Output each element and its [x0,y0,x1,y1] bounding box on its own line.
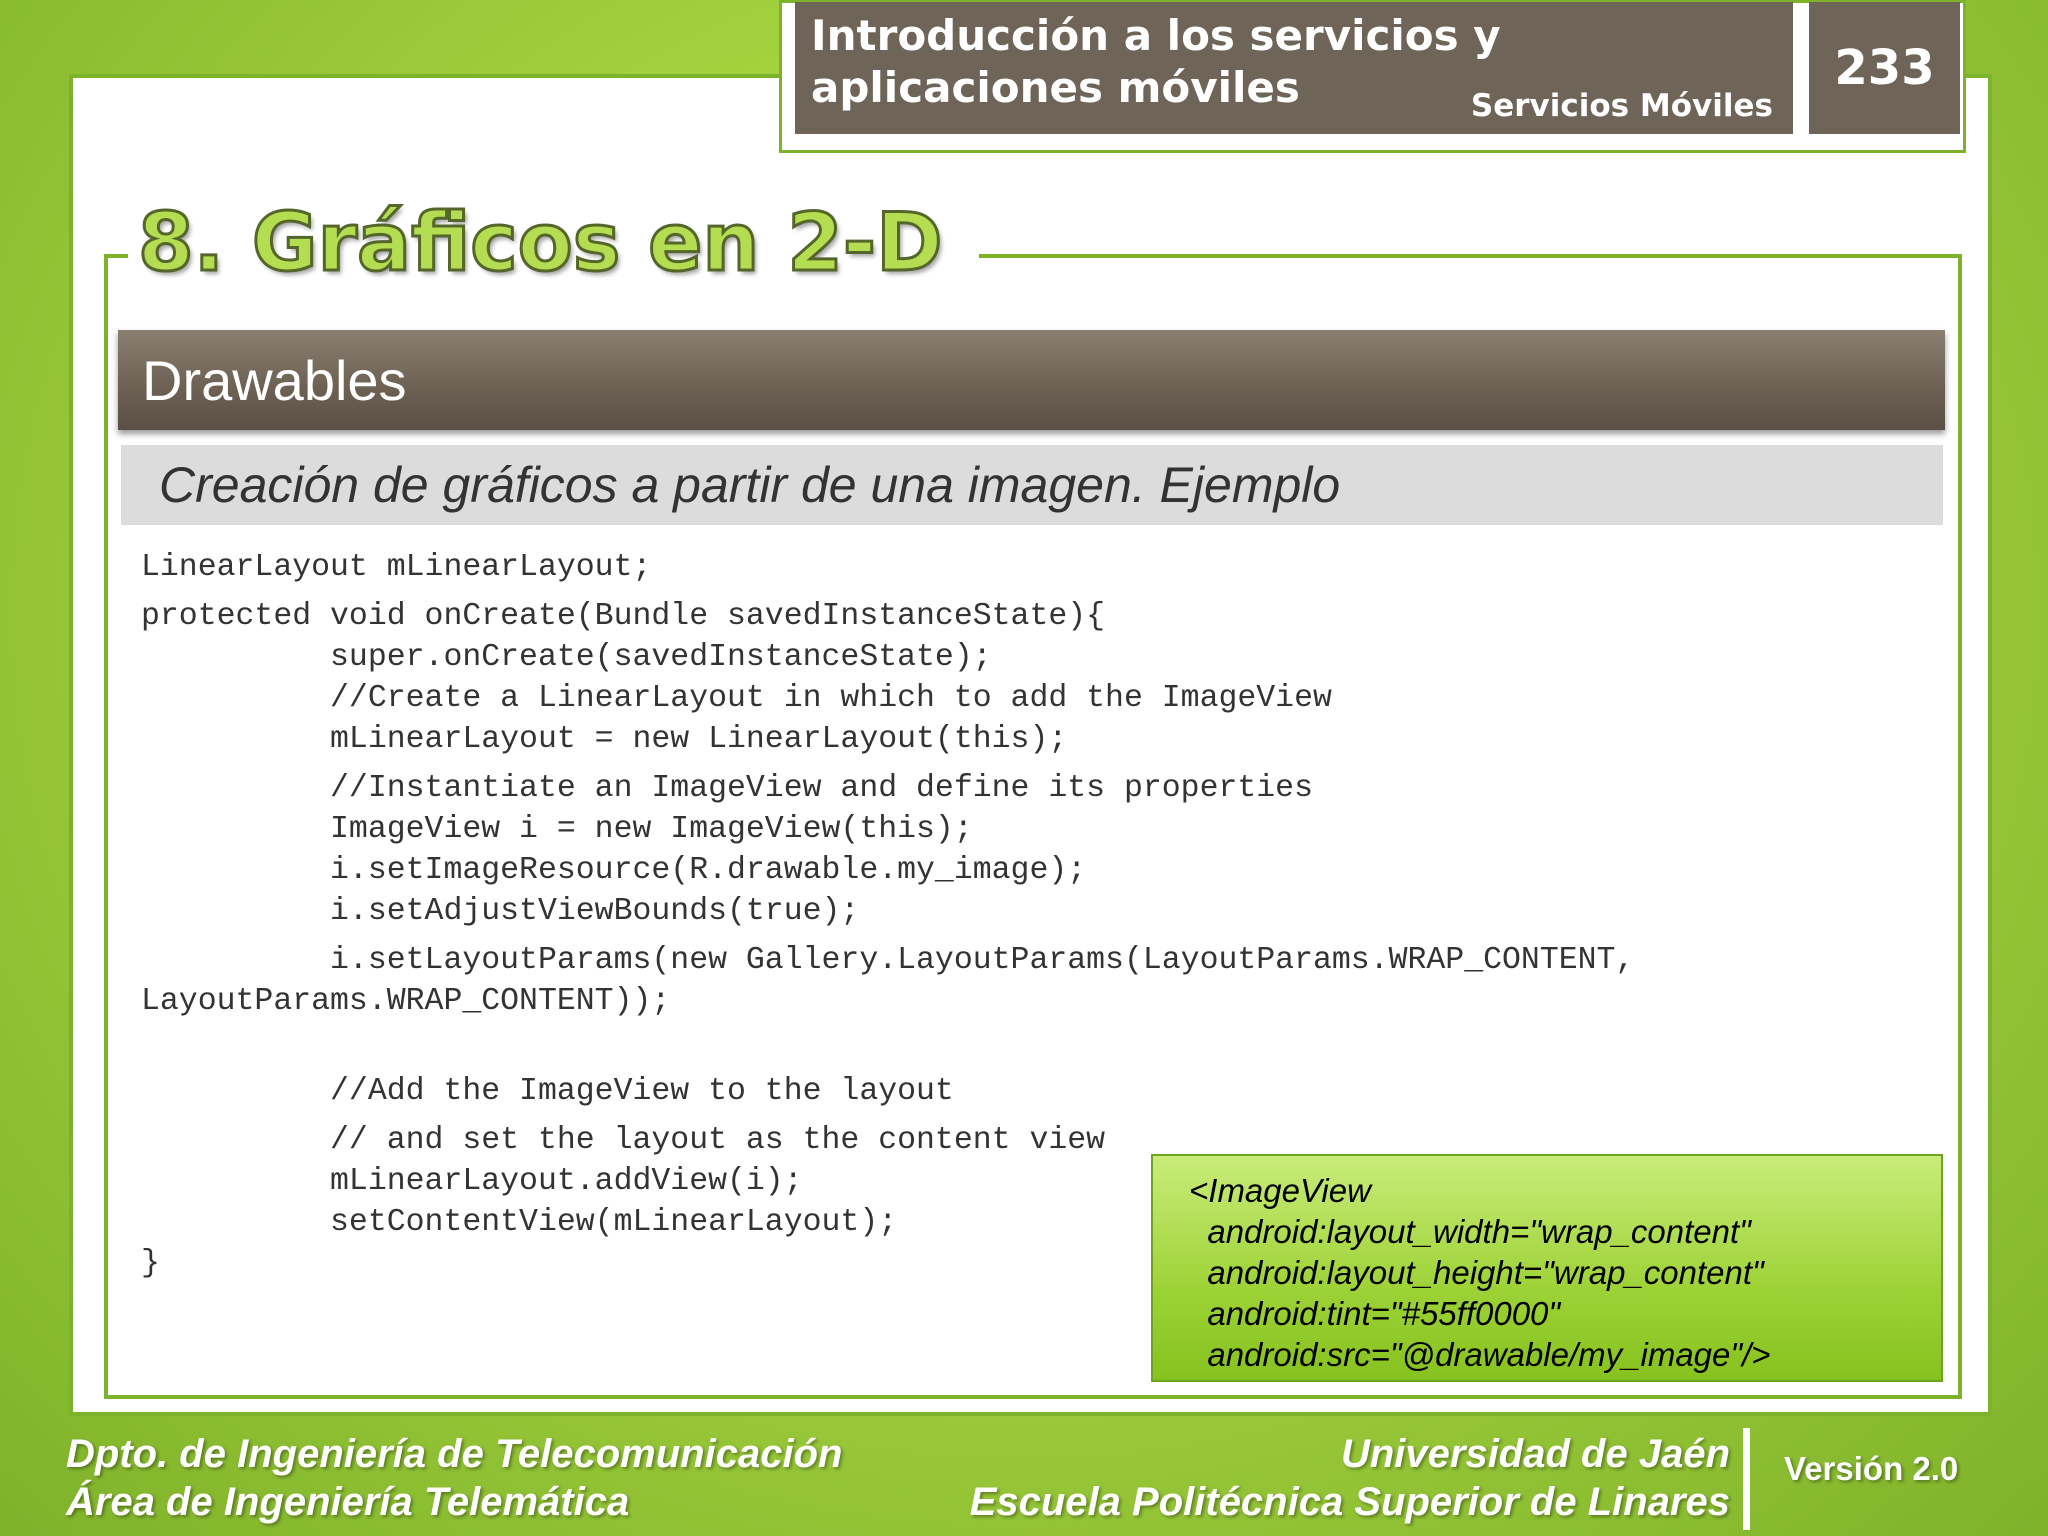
footer-university: Universidad de Jaén Escuela Politécnica … [970,1430,1730,1526]
page-number: 233 [1809,2,1960,134]
code-line: super.onCreate(savedInstanceState); [141,640,992,675]
version-label: Versión 2.0 [1784,1450,1959,1487]
footer-divider [1743,1428,1750,1530]
code-line: protected void onCreate(Bundle savedInst… [141,599,1106,634]
xml-line: android:src="@drawable/my_image"/> [1189,1336,1771,1373]
code-line: //Instantiate an ImageView and define it… [141,771,1313,806]
code-line: setContentView(mLinearLayout); [141,1205,898,1240]
code-line: } [141,1246,160,1281]
code-line: // and set the layout as the content vie… [141,1123,1106,1158]
xml-line: android:tint="#55ff0000" [1189,1295,1561,1332]
code-block: LinearLayout mLinearLayout; protected vo… [141,550,1941,1281]
code-line: mLinearLayout.addView(i); [141,1164,803,1199]
code-line: ImageView i = new ImageView(this); [141,812,973,847]
xml-line: android:layout_height="wrap_content" [1189,1254,1764,1291]
code-line: i.setLayoutParams(new Gallery.LayoutPara… [141,943,1635,978]
subtopic-bar-label: Creación de gráficos a partir de una ima… [159,457,1341,513]
xml-example-box: <ImageView android:layout_width="wrap_co… [1151,1154,1943,1382]
code-line: LinearLayout mLinearLayout; [141,550,652,585]
code-line: //Add the ImageView to the layout [141,1074,954,1109]
section-title: 8. Gráficos en 2-D [128,195,979,291]
code-line: i.setAdjustViewBounds(true); [141,894,860,929]
xml-line: android:layout_width="wrap_content" [1189,1213,1751,1250]
footer-department: Dpto. de Ingeniería de Telecomunicación … [66,1430,842,1526]
footer-uni-line1: Universidad de Jaén [1340,1432,1730,1476]
code-line: LayoutParams.WRAP_CONTENT)); [141,984,671,1019]
code-line: //Create a LinearLayout in which to add … [141,681,1332,716]
subtopic-bar: Creación de gráficos a partir de una ima… [121,445,1943,525]
footer-dept-line2: Área de Ingeniería Telemática [66,1480,630,1524]
topic-bar-label: Drawables [142,348,407,412]
footer-dept-line1: Dpto. de Ingeniería de Telecomunicación [66,1432,843,1476]
xml-line: <ImageView [1189,1172,1371,1209]
topic-bar: Drawables [118,330,1945,430]
header-title-block: Introducción a los servicios y aplicacio… [795,2,1793,134]
footer-uni-line2: Escuela Politécnica Superior de Linares [969,1480,1730,1524]
code-line: mLinearLayout = new LinearLayout(this); [141,722,1068,757]
course-subtitle: Servicios Móviles [1470,88,1773,124]
code-line: i.setImageResource(R.drawable.my_image); [141,853,1087,888]
